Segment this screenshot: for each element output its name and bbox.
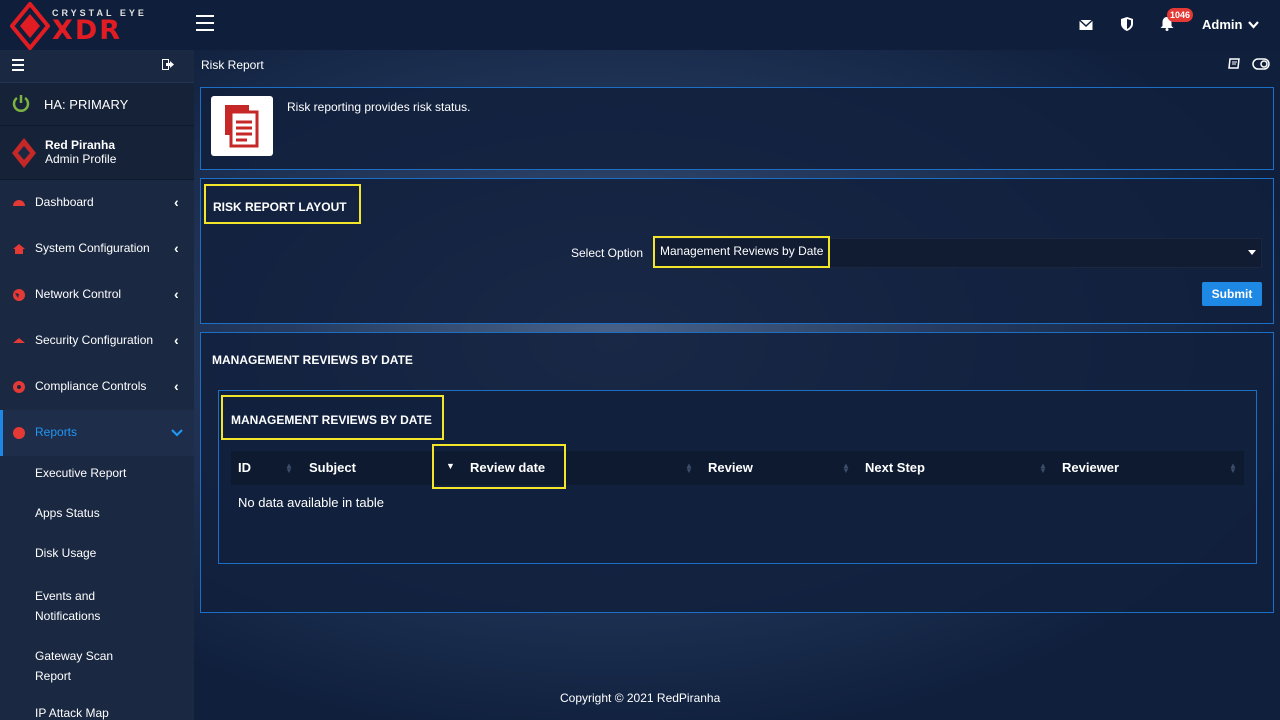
document-icon [225,105,259,148]
result-inner-title-highlight: MANAGEMENT REVIEWS BY DATE [221,395,444,440]
sidebar-item-label: Compliance Controls [35,379,147,393]
result-panel-title: MANAGEMENT REVIEWS BY DATE [212,353,413,367]
top-bar: CRYSTAL EYE XDR 1046 Admin [0,0,1280,50]
ha-status: HA: PRIMARY [0,82,194,126]
column-next-step[interactable]: Next Step [865,460,925,475]
menu-toggle-icon[interactable] [196,15,214,33]
column-subject[interactable]: Subject [309,460,356,475]
main-content: Risk Report Risk reporting provides risk… [194,50,1280,720]
chevron-left-icon: ‹ [174,286,179,302]
logo[interactable]: CRYSTAL EYE XDR [10,2,170,50]
footer-copyright: Copyright © 2021 RedPiranha [560,691,721,705]
sidebar-subitem-label: Gateway Scan Report [35,649,114,683]
report-select[interactable]: Management Reviews by Date [653,236,1262,268]
sidebar-menu-icon[interactable] [12,59,24,74]
layout-title-highlight: RISK REPORT LAYOUT [204,184,361,224]
sidebar-item-system-configuration[interactable]: System Configuration ‹ [0,226,194,272]
result-panel: MANAGEMENT REVIEWS BY DATE MANAGEMENT RE… [200,332,1274,613]
notification-badge: 1046 [1167,8,1194,22]
profile-role: Admin Profile [45,152,117,166]
column-review-date: Review date [470,460,546,475]
result-table-box: MANAGEMENT REVIEWS BY DATE ID ▲ ▼ Subject… [218,390,1257,564]
sort-icon: ▲ ▼ [685,461,693,475]
empty-table-message: No data available in table [238,495,384,510]
column-reviewer[interactable]: Reviewer [1062,460,1119,475]
sidebar-subitem-executive-report[interactable]: Executive Report [0,466,126,480]
sort-icon: ▲ ▼ [1229,461,1237,475]
shield-icon[interactable] [1120,17,1134,31]
chevron-down-icon [1248,21,1259,29]
envelope-icon[interactable] [1079,18,1093,32]
chevron-left-icon: ‹ [174,378,179,394]
chevron-left-icon: ‹ [174,194,179,210]
home-icon [13,244,25,254]
sidebar-item-security-configuration[interactable]: Security Configuration ‹ [0,318,194,364]
info-panel: Risk reporting provides risk status. [200,87,1274,170]
result-inner-title: MANAGEMENT REVIEWS BY DATE [231,413,432,427]
info-text: Risk reporting provides risk status. [287,100,471,114]
sidebar-toolbar [0,50,194,82]
compliance-icon [13,381,25,393]
table-header: ID ▲ ▼ Subject ▼ Review date ▲ ▼ Review ▲ ▼… [231,444,1244,489]
logout-icon[interactable] [162,59,174,70]
caret-down-icon [1248,250,1256,255]
layout-panel-title: RISK REPORT LAYOUT [213,200,347,214]
globe-icon [13,289,25,301]
column-id[interactable]: ID [238,460,251,475]
sidebar-item-compliance-controls[interactable]: Compliance Controls ‹ [0,364,194,410]
select-option-label: Select Option [571,246,644,260]
sidebar-item-label: Dashboard [35,195,94,209]
sidebar-item-label: Network Control [35,287,122,301]
reports-icon [13,427,25,439]
chevron-left-icon: ‹ [174,240,179,256]
sidebar-subitem-apps-status[interactable]: Apps Status [0,506,100,520]
sort-icon: ▲ ▼ [1039,461,1047,475]
sort-icon: ▲ ▼ [842,461,850,475]
chevron-down-icon [171,429,183,437]
admin-label: Admin [1202,17,1243,32]
breadcrumb: Risk Report [201,58,264,72]
gauge-icon [13,200,25,206]
sidebar: HA: PRIMARY Red Piranha Admin Profile Da… [0,50,194,720]
sidebar-subitem-gateway-scan-report[interactable]: Gateway Scan Report [0,646,130,686]
sidebar-subitem-events-notifications[interactable]: Events and Notifications [0,586,140,626]
sidebar-item-label: Security Configuration [35,333,154,347]
column-review[interactable]: Review [708,460,753,475]
sidebar-subitem-label: Events and Notifications [35,589,101,623]
power-icon [12,95,30,112]
security-icon [13,338,25,343]
sidebar-item-dashboard[interactable]: Dashboard ‹ [0,180,194,226]
header-actions [1228,58,1270,73]
profile-name: Red Piranha [45,138,116,152]
sidebar-subitem-disk-usage[interactable]: Disk Usage [0,546,96,560]
sort-icon: ▲ ▼ [285,461,293,475]
toggle-icon[interactable] [1252,58,1270,70]
review-date-highlight[interactable]: ▼ Review date [432,444,566,489]
submit-button[interactable]: Submit [1202,282,1262,306]
profile[interactable]: Red Piranha Admin Profile [0,126,194,180]
sidebar-item-label: System Configuration [35,241,150,255]
chevron-left-icon: ‹ [174,332,179,348]
logo-mark-icon [10,2,50,50]
sidebar-subitem-label: IP Attack Map [35,706,109,720]
sidebar-subitem-label: Apps Status [35,506,100,520]
book-icon[interactable] [1228,58,1241,70]
sort-desc-icon: ▼ [446,461,455,471]
sidebar-subitem-ip-attack-map[interactable]: IP Attack Map [0,706,109,720]
sidebar-subitem-label: Executive Report [35,466,127,480]
sidebar-item-label: Reports [35,425,78,439]
ha-label: HA: PRIMARY [44,97,129,112]
layout-panel: RISK REPORT LAYOUT Select Option Managem… [200,178,1274,324]
brand-name: XDR [52,15,123,46]
sidebar-item-network-control[interactable]: Network Control ‹ [0,272,194,318]
select-value: Management Reviews by Date [653,236,831,268]
report-icon-box [211,96,273,156]
admin-menu[interactable]: Admin [1202,17,1259,32]
avatar [12,138,36,168]
sidebar-subitem-label: Disk Usage [35,546,97,560]
sidebar-item-reports[interactable]: Reports [0,410,194,456]
